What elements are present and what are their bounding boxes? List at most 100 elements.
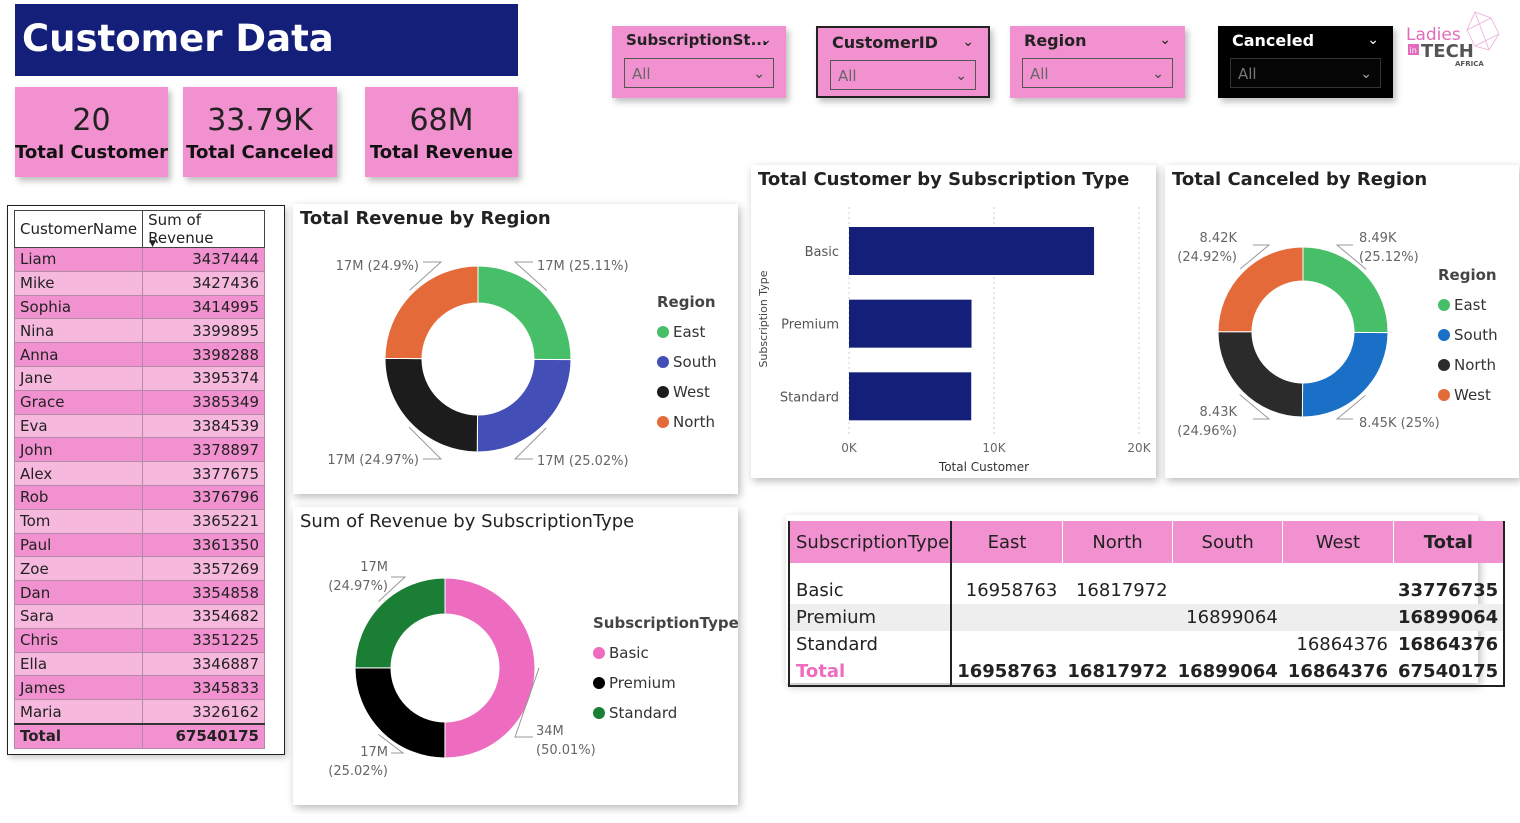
- slicer-dropdown[interactable]: All ⌄: [1022, 58, 1173, 88]
- slicer-canceled[interactable]: Canceled ⌄ All ⌄: [1218, 26, 1393, 98]
- chevron-down-icon[interactable]: ⌄: [962, 34, 974, 50]
- matrix-header-west[interactable]: West: [1282, 521, 1394, 563]
- table-row[interactable]: Liam 3437444: [13, 247, 265, 272]
- chevron-down-icon[interactable]: ⌄: [760, 32, 772, 48]
- legend-marker: [657, 416, 669, 428]
- slicer-dropdown[interactable]: All ⌄: [830, 60, 976, 90]
- table-row[interactable]: Rob 3376796: [13, 484, 265, 510]
- chevron-down-icon[interactable]: ⌄: [1367, 32, 1379, 48]
- data-label: 17M: [360, 745, 388, 760]
- legend-item[interactable]: Premium: [609, 674, 676, 692]
- donut-chart-revenue-region: 17M (25.11%) 17M (25.02%) 17M (24.97%) 17M …: [327, 259, 717, 469]
- table-row[interactable]: James 3345833: [13, 675, 265, 701]
- slicer-customer-id[interactable]: CustomerID ⌄ All ⌄: [816, 26, 990, 98]
- sort-down-icon: ▼: [149, 239, 157, 249]
- customer-name-cell: Sara: [13, 603, 144, 629]
- donut-slice-basic[interactable]: [444, 577, 536, 759]
- matrix-row[interactable]: Premium 16899064 16899064: [789, 604, 1505, 631]
- slicer-dropdown[interactable]: All ⌄: [624, 58, 774, 88]
- data-label: 8.42K: [1200, 231, 1238, 246]
- customer-name-cell: Zoe: [13, 556, 144, 582]
- slicer-selected-value: All: [1030, 65, 1049, 83]
- panel-revenue-by-subscription: Sum of Revenue by SubscriptionType 34M (5…: [293, 507, 738, 805]
- matrix-header-north[interactable]: North: [1062, 521, 1174, 563]
- table-row[interactable]: Sophia 3414995: [13, 294, 265, 320]
- matrix-cell: 67540175: [1398, 661, 1499, 682]
- table-row[interactable]: Ella 3346887: [13, 651, 265, 677]
- bar-premium[interactable]: [849, 299, 972, 348]
- matrix-row[interactable]: Basic 16958763 16817972 33776735: [789, 563, 1504, 604]
- table-row[interactable]: Jane 3395374: [13, 365, 265, 391]
- bar-standard[interactable]: [849, 372, 972, 421]
- data-label: 8.45K (25%): [1359, 416, 1440, 431]
- table-row[interactable]: Paul 3361350: [13, 532, 265, 558]
- x-tick-label: 20K: [1127, 441, 1151, 455]
- legend-item[interactable]: East: [673, 323, 705, 341]
- legend-item[interactable]: South: [1454, 326, 1498, 344]
- table-row[interactable]: Grace 3385349: [13, 389, 265, 415]
- donut-slice-north[interactable]: [384, 265, 479, 360]
- donut-slice-south[interactable]: [476, 358, 572, 453]
- legend-marker: [1438, 329, 1450, 341]
- matrix-cell: [951, 604, 1062, 631]
- table-row[interactable]: Nina 3399895: [13, 318, 265, 344]
- matrix-header-total[interactable]: Total: [1393, 521, 1505, 563]
- donut-slice-south[interactable]: [1301, 331, 1389, 418]
- legend-item[interactable]: Standard: [609, 704, 677, 722]
- revenue-cell: 3345833: [142, 675, 265, 701]
- legend-marker: [1438, 299, 1450, 311]
- donut-chart-revenue-subscription: 34M (50.01%) 17M (25.02%) 17M (24.97%) Subscri…: [328, 560, 738, 779]
- slicer-dropdown[interactable]: All ⌄: [1230, 58, 1381, 88]
- column-header-customer-name[interactable]: CustomerName: [13, 210, 144, 248]
- donut-slice-east[interactable]: [477, 265, 572, 361]
- data-label: 17M (24.97%): [327, 453, 419, 468]
- data-label: (25.02%): [328, 764, 388, 779]
- table-row[interactable]: Mike 3427436: [13, 270, 265, 296]
- customer-name-cell: John: [13, 437, 144, 463]
- data-label: (24.92%): [1177, 250, 1237, 265]
- matrix-cell: 16864376: [1296, 634, 1388, 655]
- table-row[interactable]: Zoe 3357269: [13, 556, 265, 582]
- table-row[interactable]: Chris 3351225: [13, 627, 265, 653]
- table-row[interactable]: Anna 3398288: [13, 342, 265, 367]
- matrix-header-subscription[interactable]: SubscriptionType: [789, 521, 953, 563]
- matrix-row[interactable]: Standard 16864376 16864376: [789, 631, 1504, 658]
- legend-item[interactable]: Basic: [609, 644, 649, 662]
- table-row[interactable]: Tom 3365221: [13, 508, 265, 534]
- bar-basic[interactable]: [849, 227, 1095, 275]
- table-row[interactable]: Maria 3326162: [13, 699, 265, 725]
- legend-item[interactable]: South: [673, 353, 717, 371]
- data-label: (25.12%): [1359, 250, 1419, 265]
- legend-item[interactable]: North: [673, 413, 715, 431]
- table-row[interactable]: Eva 3384539: [13, 413, 265, 439]
- legend-item[interactable]: East: [1454, 296, 1486, 314]
- matrix-cell: 33776735: [1398, 580, 1499, 601]
- data-label: (50.01%): [536, 743, 596, 758]
- legend-item[interactable]: West: [1454, 386, 1491, 404]
- kpi-label: Total Customer: [15, 142, 168, 163]
- matrix-total-row[interactable]: Total 16958763 16817972 16899064 16864376 675…: [789, 658, 1504, 686]
- revenue-cell: 3385349: [142, 389, 265, 415]
- table-row[interactable]: Dan 3354858: [13, 580, 265, 605]
- table-row[interactable]: Alex 3377675: [13, 461, 265, 486]
- table-row[interactable]: Sara 3354682: [13, 603, 265, 629]
- column-header-sum-revenue[interactable]: Sum of Revenue ▼: [142, 210, 265, 249]
- revenue-cell: 3351225: [142, 627, 265, 653]
- legend-title: Region: [657, 293, 716, 311]
- legend-item[interactable]: West: [673, 383, 710, 401]
- revenue-cell: 3384539: [142, 413, 265, 439]
- panel-customer-by-subscription: Total Customer by Subscription Type 0K 10…: [751, 165, 1156, 478]
- logo-graphic: Ladies in TECH AFRICA: [1406, 11, 1500, 68]
- page-title: Customer Data Dashboard: [15, 4, 518, 130]
- table-row[interactable]: John 3378897: [13, 437, 265, 463]
- matrix-header-south[interactable]: South: [1172, 521, 1284, 563]
- slicer-subscription-status[interactable]: SubscriptionSt... ⌄ All ⌄: [612, 26, 786, 98]
- matrix-header-east[interactable]: East: [951, 521, 1063, 563]
- data-label: 17M (25.11%): [537, 259, 629, 274]
- y-tick-label: Basic: [805, 245, 839, 260]
- customer-name-cell: Nina: [13, 318, 144, 344]
- chevron-down-icon[interactable]: ⌄: [1159, 32, 1171, 48]
- legend-item[interactable]: North: [1454, 356, 1496, 374]
- donut-slice-west[interactable]: [384, 357, 479, 453]
- slicer-region[interactable]: Region ⌄ All ⌄: [1010, 26, 1185, 98]
